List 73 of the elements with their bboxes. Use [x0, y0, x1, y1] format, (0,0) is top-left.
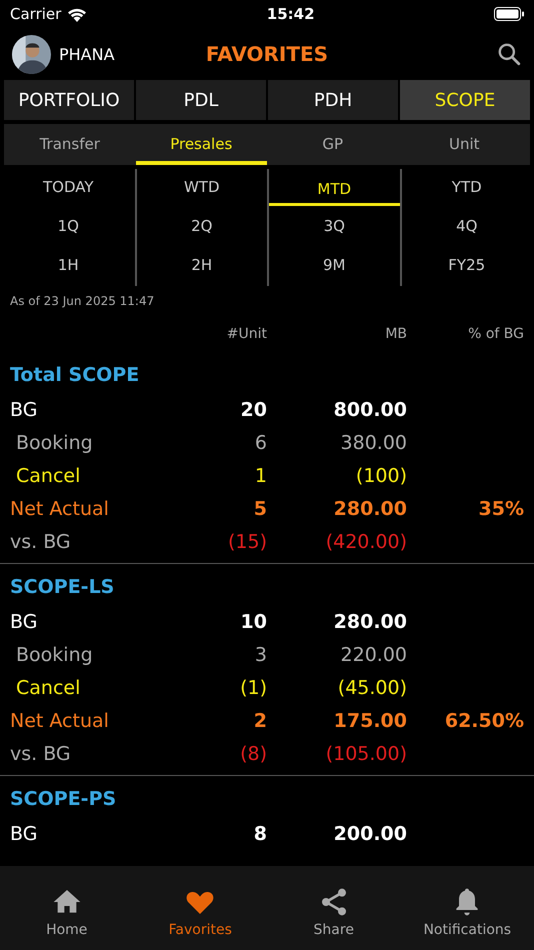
row-label: BG [10, 822, 38, 847]
period-tab[interactable]: MTD [269, 174, 400, 206]
row-label: vs. BG [10, 530, 72, 555]
mb-value: (45.00) [336, 676, 407, 701]
period-tab[interactable]: 2Q [136, 212, 267, 244]
period-tab[interactable]: 1Q [2, 212, 134, 244]
mb-value: 280.00 [332, 497, 407, 522]
mb-value: 800.00 [332, 398, 407, 423]
row-label: BG [10, 610, 38, 635]
period-tab[interactable]: FY25 [402, 250, 532, 282]
unit-value: (15) [226, 530, 267, 555]
battery-icon [494, 7, 524, 21]
percent-value: 62.50% [444, 709, 524, 734]
category-tab[interactable]: PDH [268, 80, 398, 120]
row-label: Net Actual [10, 709, 110, 734]
mb-value: 380.00 [340, 431, 407, 456]
row-label: BG [10, 398, 38, 423]
clock-time: 15:42 [266, 5, 315, 23]
period-tab[interactable]: 3Q [269, 212, 400, 244]
carrier-label: Carrier [10, 5, 62, 23]
sub-tab[interactable]: Unit [398, 124, 530, 165]
category-tab[interactable]: PORTFOLIO [4, 80, 134, 120]
column-header: #Unit [226, 325, 267, 344]
period-tab[interactable]: WTD [136, 172, 267, 204]
sub-tab[interactable]: Presales [136, 124, 267, 165]
row-label: Cancel [15, 676, 82, 701]
section-title: Total SCOPE [9, 363, 140, 388]
unit-value: (8) [239, 742, 267, 767]
mb-value: (105.00) [324, 742, 407, 767]
timestamp-text: As of 23 Jun 2025 11:47 [9, 293, 156, 308]
period-tab[interactable]: 2H [136, 250, 267, 282]
section-title: SCOPE-LS [9, 575, 116, 600]
mb-value: 175.00 [332, 709, 407, 734]
column-header: % of BG [467, 325, 524, 344]
unit-value: 6 [254, 431, 267, 456]
row-label: vs. BG [10, 742, 72, 767]
period-tab[interactable]: TODAY [2, 172, 134, 204]
row-label: Booking [15, 431, 94, 456]
unit-value: 10 [240, 610, 267, 635]
user-name: PHANA [59, 44, 115, 64]
unit-value: 3 [254, 643, 267, 668]
category-tab[interactable]: SCOPE [400, 80, 530, 120]
mb-value: 200.00 [332, 822, 407, 847]
section-title: SCOPE-PS [9, 787, 118, 812]
mb-value: (100) [354, 464, 407, 489]
search-icon[interactable] [496, 41, 522, 67]
unit-value: 5 [252, 497, 267, 522]
mb-value: 220.00 [340, 643, 407, 668]
percent-value: 35% [478, 497, 524, 522]
period-tab[interactable]: 4Q [402, 212, 532, 244]
period-tab[interactable]: YTD [402, 172, 532, 204]
page-title: FAVORITES [206, 42, 328, 66]
category-tab[interactable]: PDL [136, 80, 266, 120]
period-tab[interactable]: 9M [269, 250, 400, 282]
unit-value: 8 [252, 822, 267, 847]
mb-value: (420.00) [324, 530, 407, 555]
tab-bar-item[interactable]: Share [267, 866, 400, 950]
unit-value: 1 [254, 464, 267, 489]
column-header: MB [384, 325, 407, 344]
unit-value: 2 [252, 709, 267, 734]
row-label: Cancel [15, 464, 82, 489]
wifi-icon [67, 6, 88, 22]
tab-bar-item[interactable]: Favorites [134, 866, 267, 950]
sub-tab[interactable]: GP [267, 124, 398, 165]
sub-tab[interactable]: Transfer [4, 124, 136, 165]
mb-value: 280.00 [332, 610, 407, 635]
tab-bar-item[interactable]: Home [0, 866, 134, 950]
unit-value: (1) [239, 676, 267, 701]
unit-value: 20 [240, 398, 267, 423]
row-label: Net Actual [10, 497, 110, 522]
tab-bar-item[interactable]: Notifications [400, 866, 534, 950]
period-tab[interactable]: 1H [2, 250, 134, 282]
row-label: Booking [15, 643, 94, 668]
